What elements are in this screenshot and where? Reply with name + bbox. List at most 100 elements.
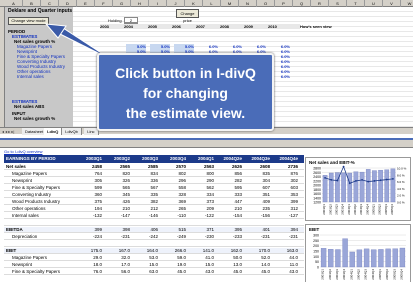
y2-tick-label: 4.0 % <box>397 187 405 191</box>
change-view-mode-button[interactable]: Change view mode <box>8 17 49 25</box>
column-letter[interactable]: U <box>365 0 383 7</box>
x-tick-label: 2003Q3 <box>335 269 339 280</box>
column-letter[interactable]: A <box>5 0 23 7</box>
bar <box>371 249 377 268</box>
column-letter[interactable]: I <box>149 0 167 7</box>
bar <box>392 248 398 268</box>
bar <box>320 248 327 268</box>
tab-i-divqb[interactable]: I-divQb <box>62 128 82 135</box>
y-tick-label: 0 <box>317 266 319 270</box>
column-letter[interactable]: J <box>167 0 185 7</box>
table-cell: 558 <box>178 185 186 190</box>
table-cell: -132 <box>92 213 102 218</box>
x-tick-label: 2003Q1 <box>321 269 325 280</box>
table-cell: 45.0 <box>233 269 242 274</box>
table-cell: 607 <box>262 185 270 190</box>
table-cell: 834 <box>150 171 158 176</box>
table-cell: 326 <box>122 178 130 183</box>
column-letter[interactable]: R <box>311 0 329 7</box>
table-cell: 565 <box>122 185 130 190</box>
table-row: Fine & Specialty Papers 76.0 56.0 63.0 45.0 4… <box>4 269 304 275</box>
column-letter[interactable]: L <box>203 0 221 7</box>
table-cell: 382 <box>150 199 158 204</box>
table-row: EBITDA 399 398 406 515 371 395 401 394 <box>4 227 304 233</box>
column-letter[interactable]: C <box>41 0 59 7</box>
bar <box>385 248 391 268</box>
column-letter[interactable]: T <box>347 0 365 7</box>
tab-i-divq[interactable]: I-divQ <box>44 128 63 135</box>
column-letter[interactable]: Q <box>293 0 311 7</box>
bar <box>363 248 370 268</box>
table-cell: 282 <box>234 178 242 183</box>
table-cell: 265 <box>178 206 186 211</box>
table-cell: -122 <box>204 213 214 218</box>
go-to-overview-link[interactable]: Go to I-divQ overview <box>4 149 42 154</box>
column-letter[interactable]: V <box>383 0 401 7</box>
x-tick-label: 2003Q4 <box>342 269 346 280</box>
table-cell: -230 <box>204 234 214 239</box>
table-header-cell: 2004Q2e <box>223 156 242 161</box>
bar <box>342 238 348 268</box>
column-letter[interactable]: M <box>221 0 239 7</box>
row-label: Magazine Papers <box>12 171 48 176</box>
table-cell: -146 <box>148 213 158 218</box>
bar <box>322 175 328 203</box>
x-tick-label: 2004Q2 <box>356 269 360 280</box>
table-cell: 302 <box>290 178 298 183</box>
table-cell: 369 <box>178 199 186 204</box>
column-letter[interactable]: S <box>329 0 347 7</box>
table-cell: 835 <box>262 171 270 176</box>
column-letter[interactable]: B <box>23 0 41 7</box>
table-cell: -242 <box>148 234 158 239</box>
x-tick-label: 2005Q2 <box>378 204 382 215</box>
column-letter[interactable]: W <box>401 0 413 7</box>
row-label: Magazine Papers <box>12 255 48 260</box>
column-letter[interactable]: G <box>113 0 131 7</box>
table-cell: 876 <box>290 171 298 176</box>
table-cell: 820 <box>122 171 130 176</box>
callout-line-3: the estimate view. <box>125 105 246 121</box>
row-label: Internal sales <box>12 213 39 218</box>
table-cell: 15.0 <box>205 262 214 267</box>
table-header-cell: EARNINGS BY PERIOD <box>6 156 56 161</box>
y2-tick-label: 2.0 % <box>397 194 405 198</box>
instruction-callout: Click button in I-divQ for changing the … <box>97 53 274 131</box>
column-letter[interactable]: F <box>95 0 113 7</box>
change-price-button[interactable]: Change price <box>176 9 199 23</box>
x-tick-label: 2003Q2 <box>328 204 332 215</box>
table-row <box>4 241 304 247</box>
y2-tick-label: 6.0 % <box>397 180 405 184</box>
net-sales-abs-label: Net sales ABS <box>14 104 45 109</box>
table-cell: 2565 <box>119 164 130 169</box>
table-cell: 290 <box>206 178 214 183</box>
table-cell: 194 <box>94 206 102 211</box>
table-cell: 856 <box>234 171 242 176</box>
table-cell: 163.0 <box>286 248 298 253</box>
column-letter[interactable]: E <box>77 0 95 7</box>
line-point <box>361 179 363 181</box>
sheet-nav-arrows[interactable]: ◂ ◂ ▸ ▸| <box>2 128 14 135</box>
table-cell: 800 <box>206 171 214 176</box>
row-label: Newsprint <box>12 262 33 267</box>
column-letter[interactable]: O <box>257 0 275 7</box>
table-cell: 164.0 <box>146 248 158 253</box>
table-cell: 17.0 <box>121 262 130 267</box>
table-cell: 406 <box>150 227 158 232</box>
bar <box>335 249 341 268</box>
bar <box>399 247 406 268</box>
column-letter[interactable]: K <box>185 0 203 7</box>
column-letter[interactable]: H <box>131 0 149 7</box>
table-cell: 373 <box>206 199 214 204</box>
table-cell: 43.0 <box>289 269 298 274</box>
table-cell: 2563 <box>203 164 214 169</box>
column-letter[interactable]: P <box>275 0 293 7</box>
table-cell: 210 <box>234 206 242 211</box>
net-sales-growth-label-2: Net sales growth % <box>14 116 56 121</box>
x-tick-label: 2004Q2 <box>353 204 357 215</box>
table-cell: -249 <box>176 234 186 239</box>
table-cell: -231 <box>120 234 130 239</box>
column-letter[interactable]: N <box>239 0 257 7</box>
table-cell: 345 <box>122 192 130 197</box>
column-letter[interactable]: D <box>59 0 77 7</box>
table-cell: 52.0 <box>261 255 270 260</box>
